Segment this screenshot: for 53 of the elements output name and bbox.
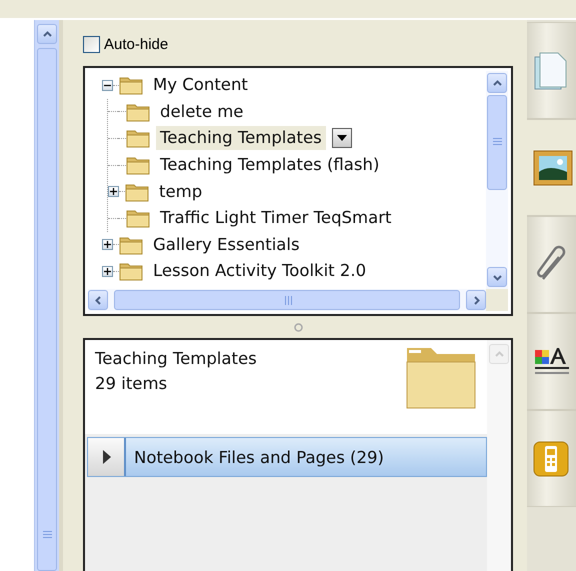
tree-item[interactable]: My Content (149, 73, 252, 98)
tree-item[interactable]: Teaching Templates (flash) (156, 153, 384, 178)
scrollbar-corner (486, 289, 508, 311)
triangle-icon (101, 450, 111, 464)
scroll-thumb[interactable] (37, 48, 57, 571)
horizontal-scrollbar[interactable] (88, 289, 486, 311)
expand-icon[interactable] (108, 186, 119, 198)
chevron-icon (42, 30, 52, 38)
splitter-handle[interactable] (294, 322, 302, 332)
folder-icon (125, 182, 149, 202)
scrollbar[interactable] (34, 20, 59, 571)
chevron-icon (492, 272, 502, 282)
tree-scrollbar[interactable] (486, 71, 508, 289)
tree-item[interactable]: Gallery Essentials (149, 232, 304, 257)
folder-title: Teaching Templates (95, 348, 257, 370)
scroll-left-button[interactable] (88, 290, 108, 310)
page-icon (533, 50, 569, 90)
folder-icon (126, 102, 150, 122)
group-header[interactable]: Notebook Files and Pages (29) (87, 437, 487, 477)
tree-item[interactable]: Lesson Activity Toolkit 2.0 (149, 259, 370, 284)
caret-icon (336, 135, 347, 142)
scroll-thumb[interactable] (487, 95, 507, 190)
tree-item[interactable]: temp (155, 180, 206, 204)
dropdown-button[interactable] (332, 128, 352, 148)
folder-icon (119, 234, 143, 255)
item-count: 29 items (95, 373, 168, 395)
tree-item[interactable]: Teaching Templates (156, 126, 326, 150)
scroll-up-button[interactable] (487, 73, 507, 93)
side-tab[interactable] (527, 119, 576, 216)
phone-icon (533, 440, 569, 476)
expand-button[interactable] (88, 438, 126, 476)
expand-icon[interactable] (102, 266, 113, 277)
side-tab[interactable] (527, 313, 576, 410)
tree-item[interactable]: Traffic Light Timer TeqSmart (156, 206, 396, 230)
scroll-up-button[interactable] (37, 24, 57, 44)
expand-icon[interactable] (102, 239, 113, 250)
scroll-right-button[interactable] (466, 290, 486, 310)
folder-icon (126, 155, 150, 176)
checkbox[interactable] (83, 36, 100, 52)
chevron-icon (494, 350, 504, 358)
folder-icon (126, 128, 150, 148)
chevron-icon (94, 296, 102, 304)
chevron-icon (492, 78, 502, 88)
checkbox-label: Auto-hide (104, 36, 168, 52)
scroll-down-button[interactable] (487, 267, 507, 287)
collapse-icon[interactable] (102, 80, 113, 91)
scroll-thumb[interactable] (114, 290, 460, 310)
picture-icon (533, 150, 573, 186)
chevron-icon (472, 296, 480, 304)
folder-icon (119, 75, 143, 96)
tree-item[interactable]: delete me (156, 100, 248, 124)
folder-icon (126, 208, 150, 228)
folder-icon (119, 261, 143, 282)
